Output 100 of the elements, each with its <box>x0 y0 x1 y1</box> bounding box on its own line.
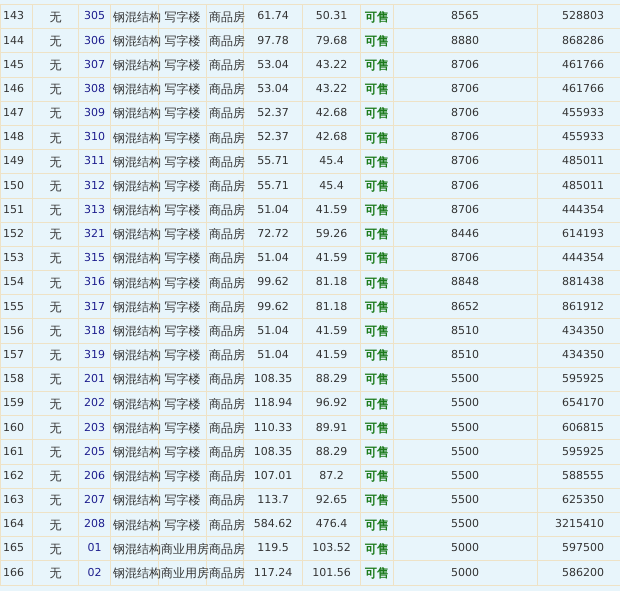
cell-value: 无 <box>32 464 78 488</box>
total-cell: 485011 <box>538 150 620 174</box>
area-cell: 42.68 <box>302 101 360 126</box>
row-number: 163 <box>0 488 32 512</box>
usage-cell: 写字楼 <box>158 488 206 512</box>
structure-cell: 钢混结构 <box>110 464 158 488</box>
usage-cell: 写字楼 <box>158 150 206 174</box>
row-number: 158 <box>0 367 32 392</box>
structure-cell: 钢混结构 <box>110 536 158 561</box>
area-cell: 51.04 <box>244 198 302 222</box>
area-cell: 584.62 <box>244 512 302 537</box>
total-cell: 597500 <box>538 536 620 561</box>
cell-value: 无 <box>32 101 78 126</box>
structure-cell: 钢混结构 <box>110 392 158 416</box>
total-cell: 588555 <box>538 464 620 488</box>
row-number: 144 <box>0 28 32 53</box>
structure-cell: 钢混结构 <box>110 198 158 222</box>
cell-value: 无 <box>32 246 78 271</box>
total-cell: 654170 <box>538 392 620 416</box>
status-label: 可售 <box>360 512 394 537</box>
total-cell: 614193 <box>538 222 620 246</box>
usage-cell: 商业用房 <box>158 536 206 561</box>
price-cell: 8565 <box>394 4 538 29</box>
structure-cell: 钢混结构 <box>110 246 158 271</box>
price-cell: 8706 <box>394 198 538 222</box>
property-type-cell: 商品房 <box>206 198 244 222</box>
total-cell: 595925 <box>538 367 620 392</box>
usage-cell: 写字楼 <box>158 4 206 29</box>
total-cell: 881438 <box>538 270 620 295</box>
price-cell: 5000 <box>394 536 538 561</box>
price-cell: 8652 <box>394 294 538 319</box>
area-cell: 81.18 <box>302 270 360 295</box>
property-type-cell: 商品房 <box>206 294 244 319</box>
usage-cell: 写字楼 <box>158 294 206 319</box>
price-cell: 5500 <box>394 464 538 488</box>
area-cell: 53.04 <box>244 77 302 102</box>
usage-cell: 写字楼 <box>158 28 206 53</box>
property-type-cell: 商品房 <box>206 77 244 102</box>
structure-cell: 钢混结构 <box>110 101 158 126</box>
total-cell: 625350 <box>538 488 620 512</box>
property-type-cell: 商品房 <box>206 52 244 78</box>
usage-cell: 写字楼 <box>158 464 206 488</box>
row-number: 150 <box>0 174 32 198</box>
row-number: 160 <box>0 416 32 440</box>
price-cell: 8848 <box>394 270 538 295</box>
row-number: 148 <box>0 125 32 150</box>
property-type-cell: 商品房 <box>206 125 244 150</box>
total-cell: 528803 <box>538 4 620 29</box>
total-cell: 461766 <box>538 77 620 102</box>
area-cell: 92.65 <box>302 488 360 512</box>
usage-cell: 写字楼 <box>158 416 206 440</box>
structure-cell: 钢混结构 <box>110 560 158 585</box>
total-cell: 455933 <box>538 101 620 126</box>
usage-cell: 写字楼 <box>158 174 206 198</box>
row-number: 166 <box>0 560 32 585</box>
area-cell: 52.37 <box>244 101 302 126</box>
cell-value: 无 <box>32 512 78 537</box>
status-label: 可售 <box>360 101 394 126</box>
area-cell: 51.04 <box>244 318 302 344</box>
status-label: 可售 <box>360 488 394 512</box>
status-label: 可售 <box>360 125 394 150</box>
total-cell: 444354 <box>538 246 620 271</box>
structure-cell: 钢混结构 <box>110 440 158 464</box>
row-number: 161 <box>0 440 32 464</box>
usage-cell: 写字楼 <box>158 198 206 222</box>
row-number: 157 <box>0 343 32 368</box>
price-cell: 8706 <box>394 150 538 174</box>
property-type-cell: 商品房 <box>206 101 244 126</box>
status-label: 可售 <box>360 440 394 464</box>
area-cell: 72.72 <box>244 222 302 246</box>
area-cell: 103.52 <box>302 536 360 561</box>
status-label: 可售 <box>360 416 394 440</box>
area-cell: 118.94 <box>244 392 302 416</box>
area-cell: 107.01 <box>244 464 302 488</box>
cell-value: 无 <box>32 392 78 416</box>
area-cell: 41.59 <box>302 246 360 271</box>
area-cell: 45.4 <box>302 150 360 174</box>
cell-value: 无 <box>32 125 78 150</box>
price-cell: 8706 <box>394 77 538 102</box>
area-cell: 99.62 <box>244 270 302 295</box>
cell-value: 无 <box>32 343 78 368</box>
area-cell: 51.04 <box>244 343 302 368</box>
price-cell: 8706 <box>394 52 538 78</box>
price-cell: 5500 <box>394 392 538 416</box>
usage-cell: 写字楼 <box>158 222 206 246</box>
cell-value: 无 <box>32 560 78 585</box>
structure-cell: 钢混结构 <box>110 150 158 174</box>
property-type-cell: 商品房 <box>206 222 244 246</box>
row-number: 155 <box>0 294 32 319</box>
row-number: 145 <box>0 52 32 78</box>
area-cell: 50.31 <box>302 4 360 29</box>
structure-cell: 钢混结构 <box>110 512 158 537</box>
structure-cell: 钢混结构 <box>110 28 158 53</box>
row-number: 165 <box>0 536 32 561</box>
total-cell: 3215410 <box>538 512 620 537</box>
structure-cell: 钢混结构 <box>110 367 158 392</box>
area-cell: 476.4 <box>302 512 360 537</box>
status-label: 可售 <box>360 28 394 53</box>
area-cell: 59.26 <box>302 222 360 246</box>
cell-value: 无 <box>32 536 78 561</box>
